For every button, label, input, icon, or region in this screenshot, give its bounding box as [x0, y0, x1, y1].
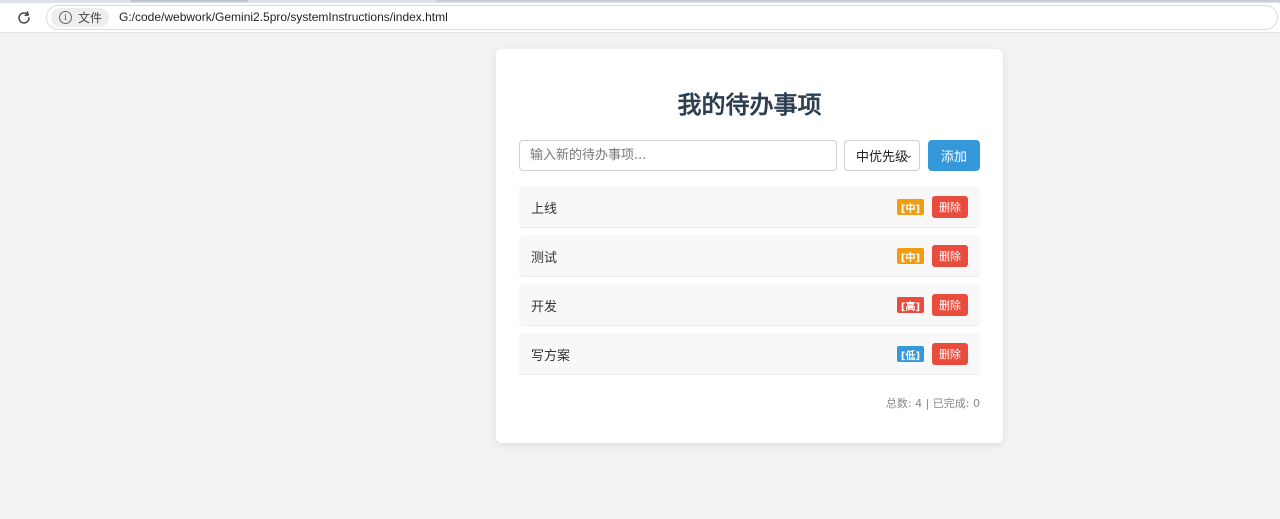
- priority-badge: [高]: [897, 297, 924, 313]
- todo-item[interactable]: 写方案 [低] 删除: [519, 333, 980, 375]
- priority-badge: [低]: [897, 346, 924, 362]
- info-icon: i: [59, 11, 72, 24]
- tab-indicator[interactable]: [130, 0, 248, 2]
- todo-card-content: 我的待办事项 中优先级 ⌄ 添加 上线[中]删除测试[中]删除开发[高]删除写方…: [496, 49, 1003, 443]
- site-info-label: 文件: [78, 11, 103, 25]
- delete-button[interactable]: 删除: [932, 196, 968, 218]
- todo-list: 上线 [中] 删除 测试 [中] 删除 开发 [高] 删除 写方案 [低] 删除: [519, 186, 980, 382]
- tab-strip-edge: [436, 0, 1280, 2]
- chevron-down-icon: ⌄: [904, 150, 913, 161]
- browser-toolbar: i 文件 G:/code/webwork/Gemini2.5pro/system…: [0, 3, 1280, 33]
- priority-select-value: 中优先级: [856, 150, 909, 165]
- reload-icon: [18, 11, 30, 24]
- site-info-chip[interactable]: i 文件: [51, 8, 109, 27]
- delete-button[interactable]: 删除: [932, 245, 968, 267]
- url-text[interactable]: G:/code/webwork/Gemini2.5pro/systemInstr…: [119, 10, 448, 24]
- add-button[interactable]: 添加: [928, 140, 980, 171]
- priority-badge: [中]: [897, 248, 924, 264]
- todo-text[interactable]: 测试: [531, 247, 557, 266]
- delete-button[interactable]: 删除: [932, 343, 968, 365]
- todo-item[interactable]: 测试 [中] 删除: [519, 235, 980, 277]
- todo-text[interactable]: 上线: [531, 198, 557, 217]
- todo-text[interactable]: 写方案: [531, 345, 570, 364]
- address-bar[interactable]: i 文件 G:/code/webwork/Gemini2.5pro/system…: [46, 5, 1278, 30]
- todo-text[interactable]: 开发: [531, 296, 557, 315]
- reload-button[interactable]: [14, 8, 34, 28]
- todo-item[interactable]: 上线 [中] 删除: [519, 186, 980, 228]
- todo-item[interactable]: 开发 [高] 删除: [519, 284, 980, 326]
- priority-select[interactable]: 中优先级 ⌄: [844, 140, 920, 171]
- page-title: 我的待办事项: [677, 91, 822, 119]
- new-todo-input[interactable]: [519, 140, 837, 171]
- priority-badge: [中]: [897, 199, 924, 215]
- delete-button[interactable]: 删除: [932, 294, 968, 316]
- todo-stats: 总数: 4 | 已完成: 0: [885, 397, 980, 410]
